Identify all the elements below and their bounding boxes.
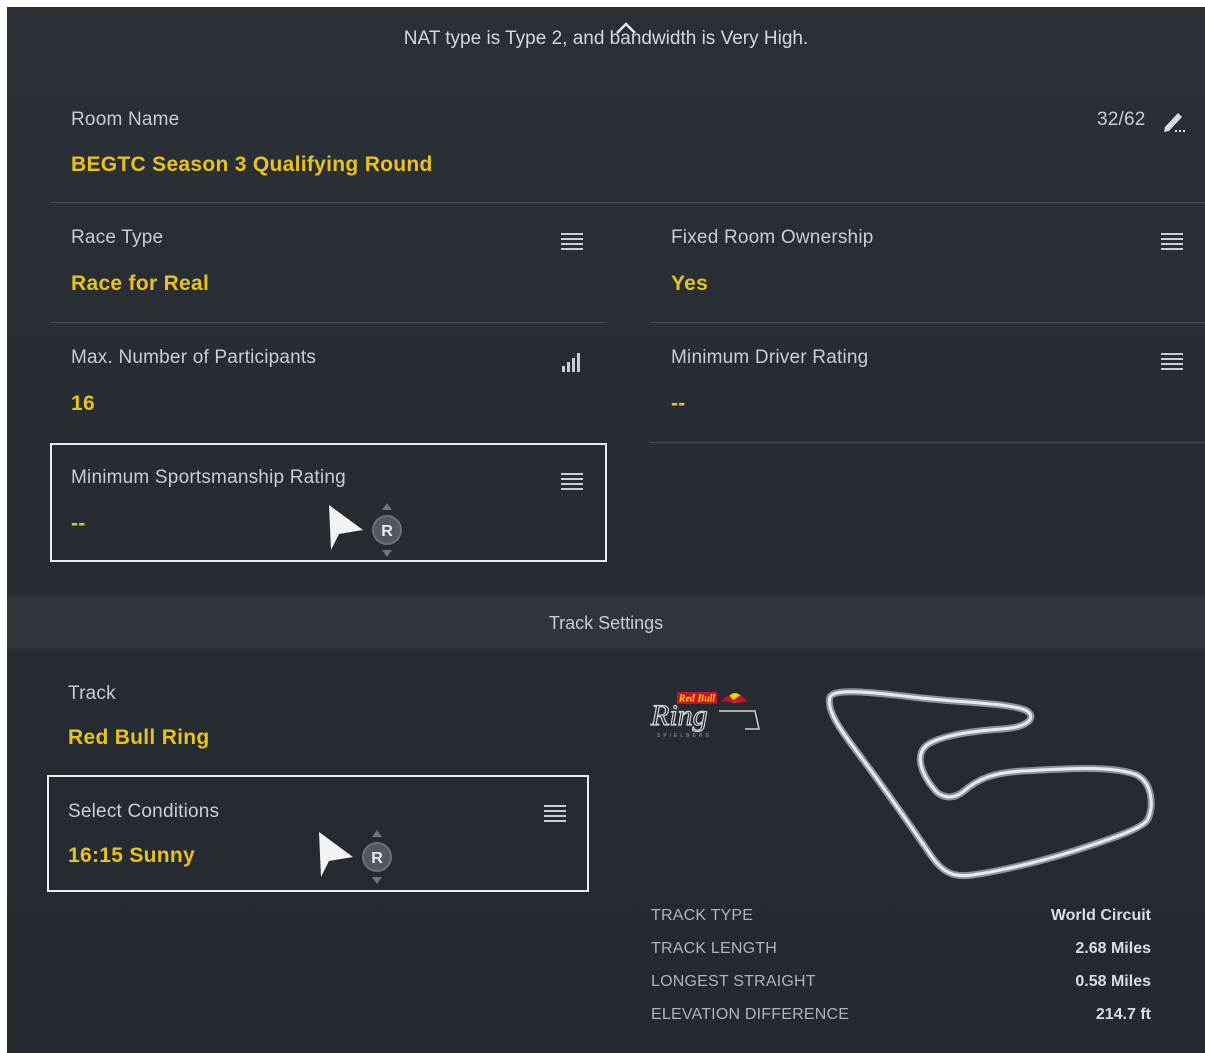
room-name-label: Room Name — [71, 109, 180, 130]
race-type-value: Race for Real — [71, 272, 210, 295]
max-participants-value: 16 — [71, 392, 95, 415]
fixed-room-ownership-label: Fixed Room Ownership — [671, 227, 874, 248]
divider — [650, 442, 1205, 443]
spec-value: World Circuit — [1050, 907, 1151, 924]
min-sportsmanship-rating-setting[interactable]: Minimum Sportsmanship Rating -- R — [50, 443, 607, 562]
room-name-value[interactable]: BEGTC Season 3 Qualifying Round — [71, 153, 433, 177]
select-conditions-setting[interactable]: Select Conditions 16:15 Sunny R — [47, 775, 589, 892]
min-driver-rating-setting[interactable]: Minimum Driver Rating -- — [650, 323, 1205, 441]
min-driver-rating-label: Minimum Driver Rating — [671, 347, 869, 368]
spec-row: TRACK TYPE World Circuit — [651, 905, 1151, 938]
svg-text:Ring: Ring — [650, 699, 708, 732]
track-label: Track — [68, 683, 116, 704]
nat-status-text: NAT type is Type 2, and bandwidth is Ver… — [403, 28, 809, 49]
signal-bars-icon — [562, 352, 584, 372]
track-map — [822, 685, 1157, 885]
min-driver-rating-value: -- — [671, 392, 686, 415]
max-participants-label: Max. Number of Participants — [71, 347, 317, 368]
spec-label: ELEVATION DIFFERENCE — [651, 1006, 850, 1023]
list-menu-icon — [561, 473, 583, 491]
lobby-settings-screen: NAT type is Type 2, and bandwidth is Ver… — [7, 7, 1205, 1053]
race-type-setting[interactable]: Race Type Race for Real — [50, 203, 607, 321]
r-button-label: R — [381, 523, 393, 540]
spec-value: 214.7 ft — [1095, 1006, 1151, 1023]
track-value[interactable]: Red Bull Ring — [68, 726, 210, 750]
list-menu-icon — [544, 805, 566, 823]
red-bull-ring-logo: Red Bull Ring SPIELBERG — [647, 689, 762, 745]
list-menu-icon — [1161, 353, 1183, 371]
pointer-cursor-icon: R — [327, 500, 407, 560]
track-settings-title: Track Settings — [548, 613, 664, 633]
list-menu-icon — [561, 233, 583, 251]
track-specs-table: TRACK TYPE World Circuit TRACK LENGTH 2.… — [651, 905, 1151, 1040]
select-conditions-value: 16:15 Sunny — [68, 844, 196, 867]
fixed-room-ownership-setting[interactable]: Fixed Room Ownership Yes — [650, 203, 1205, 321]
race-type-label: Race Type — [71, 227, 164, 248]
spec-label: TRACK TYPE — [651, 907, 754, 924]
room-name-char-count: 32/62 — [1097, 109, 1146, 130]
min-sportsmanship-rating-value: -- — [71, 512, 86, 535]
spec-value: 0.58 Miles — [1075, 973, 1151, 990]
spec-row: TRACK LENGTH 2.68 Miles — [651, 938, 1151, 971]
spec-label: LONGEST STRAIGHT — [651, 973, 816, 990]
spec-row: ELEVATION DIFFERENCE 214.7 ft — [651, 1004, 1151, 1037]
spec-value: 2.68 Miles — [1075, 940, 1151, 957]
max-participants-setting[interactable]: Max. Number of Participants 16 — [50, 323, 607, 441]
fixed-room-ownership-value: Yes — [671, 272, 709, 295]
min-sportsmanship-rating-label: Minimum Sportsmanship Rating — [71, 467, 346, 488]
spec-label: TRACK LENGTH — [651, 940, 777, 957]
pencil-icon[interactable] — [1161, 107, 1187, 133]
select-conditions-label: Select Conditions — [68, 801, 220, 822]
r-button-label: R — [371, 850, 383, 867]
spec-row: LONGEST STRAIGHT 0.58 Miles — [651, 971, 1151, 1004]
pointer-cursor-icon: R — [317, 827, 397, 887]
track-settings-header: Track Settings — [7, 597, 1205, 649]
list-menu-icon — [1161, 233, 1183, 251]
svg-text:SPIELBERG: SPIELBERG — [657, 733, 712, 739]
